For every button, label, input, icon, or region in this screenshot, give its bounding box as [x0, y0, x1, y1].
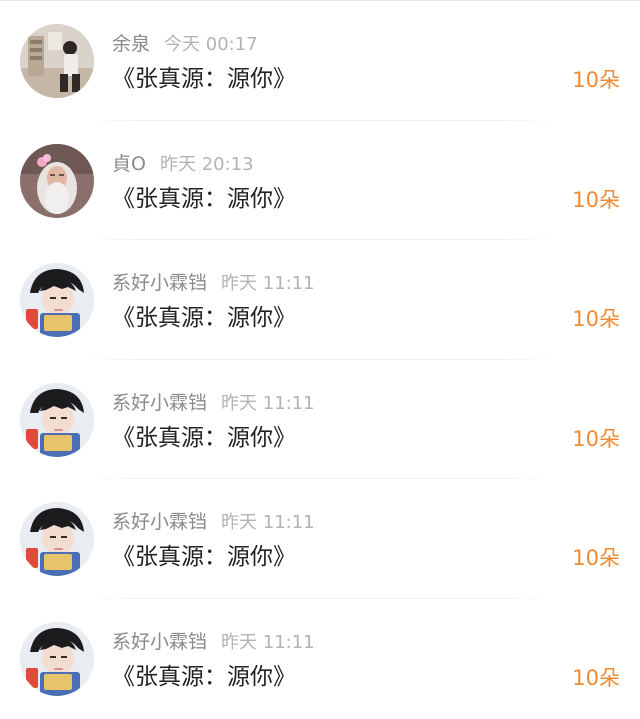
flower-count: 10朵	[572, 187, 620, 212]
username[interactable]: 貞O	[112, 153, 146, 175]
username[interactable]: 系好小霖铛	[112, 631, 207, 653]
timestamp: 昨天 20:13	[159, 153, 254, 175]
timestamp: 昨天 11:11	[221, 273, 315, 294]
avatar-boy-photo	[20, 502, 94, 576]
comment-list: 余泉 今天 00:17 《张真源：源你》 10朵 貞O 昨天 20:13 《张真源：…	[0, 0, 640, 719]
list-item[interactable]: 系好小霖铛 昨天 11:11 《张真源：源你》 10朵	[0, 599, 640, 719]
timestamp: 昨天 11:11	[221, 392, 315, 414]
flower-count: 10朵	[572, 665, 620, 690]
flower-count: 10朵	[572, 307, 620, 331]
avatar[interactable]	[20, 263, 94, 337]
avatar-boy-photo	[20, 621, 94, 696]
avatar-room-photo	[20, 24, 94, 98]
username[interactable]: 系好小霖铛	[112, 272, 207, 294]
avatar-elder-photo	[20, 143, 94, 218]
timestamp: 昨天 11:11	[221, 512, 315, 533]
comment-text: 《张真源：源你》	[112, 544, 296, 570]
comment-text: 《张真源：源你》	[112, 185, 296, 212]
avatar[interactable]	[20, 143, 94, 218]
timestamp: 昨天 11:11	[221, 631, 315, 653]
timestamp: 今天 00:17	[164, 34, 258, 55]
comment-text: 《张真源：源你》	[112, 663, 296, 690]
comment-text: 《张真源：源你》	[112, 305, 296, 331]
list-item[interactable]: 貞O 昨天 20:13 《张真源：源你》 10朵	[0, 121, 640, 241]
username[interactable]: 系好小霖铛	[112, 511, 207, 533]
avatar[interactable]	[20, 24, 94, 98]
avatar-boy-photo	[20, 382, 94, 457]
list-item[interactable]: 系好小霖铛 昨天 11:11 《张真源：源你》 10朵	[0, 360, 640, 480]
avatar[interactable]	[20, 502, 94, 576]
flower-count: 10朵	[572, 426, 620, 451]
avatar[interactable]	[20, 382, 94, 457]
username[interactable]: 系好小霖铛	[112, 392, 207, 414]
flower-count: 10朵	[572, 546, 620, 570]
avatar-boy-photo	[20, 263, 94, 337]
comment-text: 《张真源：源你》	[112, 66, 296, 92]
list-item[interactable]: 系好小霖铛 昨天 11:11 《张真源：源你》 10朵	[0, 240, 640, 360]
username[interactable]: 余泉	[112, 33, 150, 55]
list-item[interactable]: 系好小霖铛 昨天 11:11 《张真源：源你》 10朵	[0, 479, 640, 599]
flower-count: 10朵	[572, 68, 620, 92]
avatar[interactable]	[20, 621, 94, 696]
list-item[interactable]: 余泉 今天 00:17 《张真源：源你》 10朵	[0, 1, 640, 121]
comment-text: 《张真源：源你》	[112, 424, 296, 451]
